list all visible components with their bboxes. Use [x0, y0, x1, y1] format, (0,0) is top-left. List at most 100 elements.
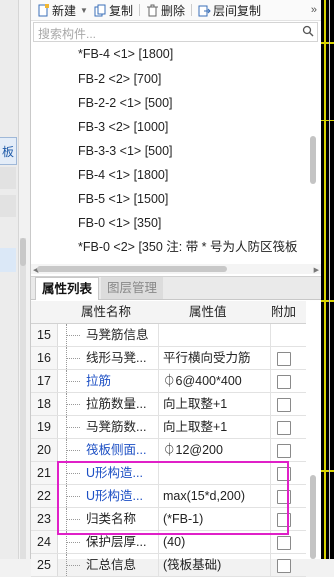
- property-row[interactable]: 15 马凳筋信息: [31, 324, 306, 347]
- highlight-box: [57, 461, 289, 535]
- property-name[interactable]: 筏板侧面...: [58, 439, 159, 461]
- toolbar-divider: [138, 4, 140, 16]
- floor-copy-icon: [198, 5, 211, 16]
- property-value[interactable]: 向上取整+1: [159, 393, 271, 415]
- property-value[interactable]: 平行横向受力筋: [159, 347, 271, 369]
- property-name[interactable]: 线形马凳...: [58, 347, 159, 369]
- property-row[interactable]: 25 汇总信息 (筏板基础): [31, 554, 306, 577]
- board-tab-label: 板: [1, 144, 14, 159]
- cad-line: [321, 300, 334, 302]
- search-input[interactable]: 搜索构件...: [33, 22, 318, 42]
- list-item[interactable]: FB-2 <2> [700]: [78, 69, 161, 89]
- left-scrollbar[interactable]: [20, 238, 26, 559]
- property-name-text: 拉筋: [86, 374, 112, 388]
- extra-checkbox[interactable]: [277, 421, 291, 435]
- property-name[interactable]: 拉筋: [58, 370, 159, 392]
- cad-line: [321, 470, 334, 472]
- list-scrollbar-thumb[interactable]: [310, 136, 316, 184]
- left-panel-selected-row[interactable]: [0, 248, 16, 272]
- scroll-right-icon[interactable]: ▶: [314, 266, 319, 274]
- list-item[interactable]: FB-0 <1> [350]: [78, 213, 161, 233]
- extra-checkbox[interactable]: [277, 536, 291, 550]
- search-placeholder: 搜索构件...: [38, 27, 97, 41]
- copy-button[interactable]: 复制: [94, 0, 133, 20]
- cad-line: [324, 0, 326, 559]
- tree-connector: [64, 439, 84, 461]
- row-number: 24: [31, 531, 58, 553]
- property-value[interactable]: ⏀12@200: [159, 439, 271, 461]
- property-name[interactable]: 马凳筋信息: [58, 324, 159, 346]
- cad-canvas[interactable]: [321, 0, 334, 559]
- toolbar: 新建 ▼ 复制 删除 层间复制 »: [31, 0, 321, 21]
- delete-button[interactable]: 删除: [146, 0, 185, 20]
- list-item[interactable]: *FB-0 <2> [350 注: 带 * 号为人防区筏板: [78, 237, 298, 257]
- property-name[interactable]: 汇总信息: [58, 554, 159, 576]
- property-row[interactable]: 16 线形马凳... 平行横向受力筋: [31, 347, 306, 370]
- row-number: 15: [31, 324, 58, 346]
- tree-connector: [64, 324, 84, 346]
- extra-checkbox[interactable]: [277, 444, 291, 458]
- horizontal-scrollbar[interactable]: ◀ ▶: [31, 264, 321, 274]
- cad-line: [321, 120, 334, 121]
- extra-checkbox[interactable]: [277, 398, 291, 412]
- tab-layers[interactable]: 图层管理: [101, 277, 164, 299]
- floor-copy-label: 层间复制: [212, 3, 261, 18]
- list-item[interactable]: FB-5 <1> [1500]: [78, 189, 168, 209]
- chevron-down-icon[interactable]: ▼: [80, 6, 88, 15]
- copy-label: 复制: [108, 3, 133, 18]
- board-tab[interactable]: 板: [0, 137, 17, 165]
- panel-tabs: 属性列表 图层管理: [31, 276, 321, 300]
- trash-icon: [146, 4, 158, 16]
- property-value[interactable]: ⏀6@400*400: [159, 370, 271, 392]
- property-row[interactable]: 18 拉筋数量... 向上取整+1: [31, 393, 306, 416]
- component-list: *FB-4 <1> [1800] FB-2 <2> [700] FB-2-2 <…: [31, 42, 321, 264]
- property-name-text: 汇总信息: [86, 558, 137, 572]
- property-name[interactable]: 马凳筋数...: [58, 416, 159, 438]
- property-row[interactable]: 20 筏板侧面... ⏀12@200: [31, 439, 306, 462]
- list-item[interactable]: *FB-4 <1> [1800]: [78, 44, 173, 64]
- floor-copy-button[interactable]: 层间复制: [198, 0, 261, 20]
- property-value[interactable]: 向上取整+1: [159, 416, 271, 438]
- extra-checkbox[interactable]: [277, 352, 291, 366]
- list-item[interactable]: FB-2-2 <1> [500]: [78, 93, 173, 113]
- row-number: 19: [31, 416, 58, 438]
- extra-checkbox[interactable]: [277, 375, 291, 389]
- property-value[interactable]: (筏板基础): [159, 554, 271, 576]
- property-value[interactable]: [159, 324, 271, 346]
- property-name-text: 马凳筋信息: [86, 328, 149, 342]
- delete-label: 删除: [160, 3, 185, 18]
- list-item[interactable]: FB-3-3 <1> [500]: [78, 141, 173, 161]
- tree-connector: [64, 347, 84, 369]
- row-number: 17: [31, 370, 58, 392]
- row-number: 18: [31, 393, 58, 415]
- toolbar-overflow-icon[interactable]: »: [311, 4, 317, 16]
- extra-checkbox[interactable]: [277, 559, 291, 573]
- tree-connector: [64, 554, 84, 576]
- grid-header: 属性名称 属性值 附加: [31, 301, 306, 324]
- row-number: 21: [31, 462, 58, 484]
- cad-line: [329, 0, 330, 559]
- property-row[interactable]: 19 马凳筋数... 向上取整+1: [31, 416, 306, 439]
- new-button[interactable]: 新建 ▼: [37, 0, 88, 20]
- property-name-text: 筏板侧面...: [86, 443, 147, 457]
- header-extra: 附加: [271, 305, 297, 319]
- property-name[interactable]: 拉筋数量...: [58, 393, 159, 415]
- grid-scrollbar-thumb[interactable]: [310, 475, 316, 559]
- list-item[interactable]: FB-3 <2> [1000]: [78, 117, 168, 137]
- property-name-text: 马凳筋数...: [86, 420, 147, 434]
- header-property-name: 属性名称: [81, 305, 132, 319]
- horizontal-scrollbar-thumb[interactable]: [37, 266, 227, 272]
- tree-connector: [64, 370, 84, 392]
- tab-properties[interactable]: 属性列表: [35, 277, 100, 300]
- tree-connector: [64, 393, 84, 415]
- row-number: 23: [31, 508, 58, 530]
- row-number: 16: [31, 347, 58, 369]
- property-row[interactable]: 17 拉筋 ⏀6@400*400: [31, 370, 306, 393]
- search-icon[interactable]: [302, 25, 314, 37]
- row-number: 25: [31, 554, 58, 576]
- copy-icon: [94, 4, 106, 16]
- list-item[interactable]: FB-4 <1> [1800]: [78, 165, 168, 185]
- left-panel-block: [0, 195, 16, 217]
- left-scrollbar-thumb[interactable]: [20, 238, 26, 266]
- header-property-value: 属性值: [189, 305, 227, 319]
